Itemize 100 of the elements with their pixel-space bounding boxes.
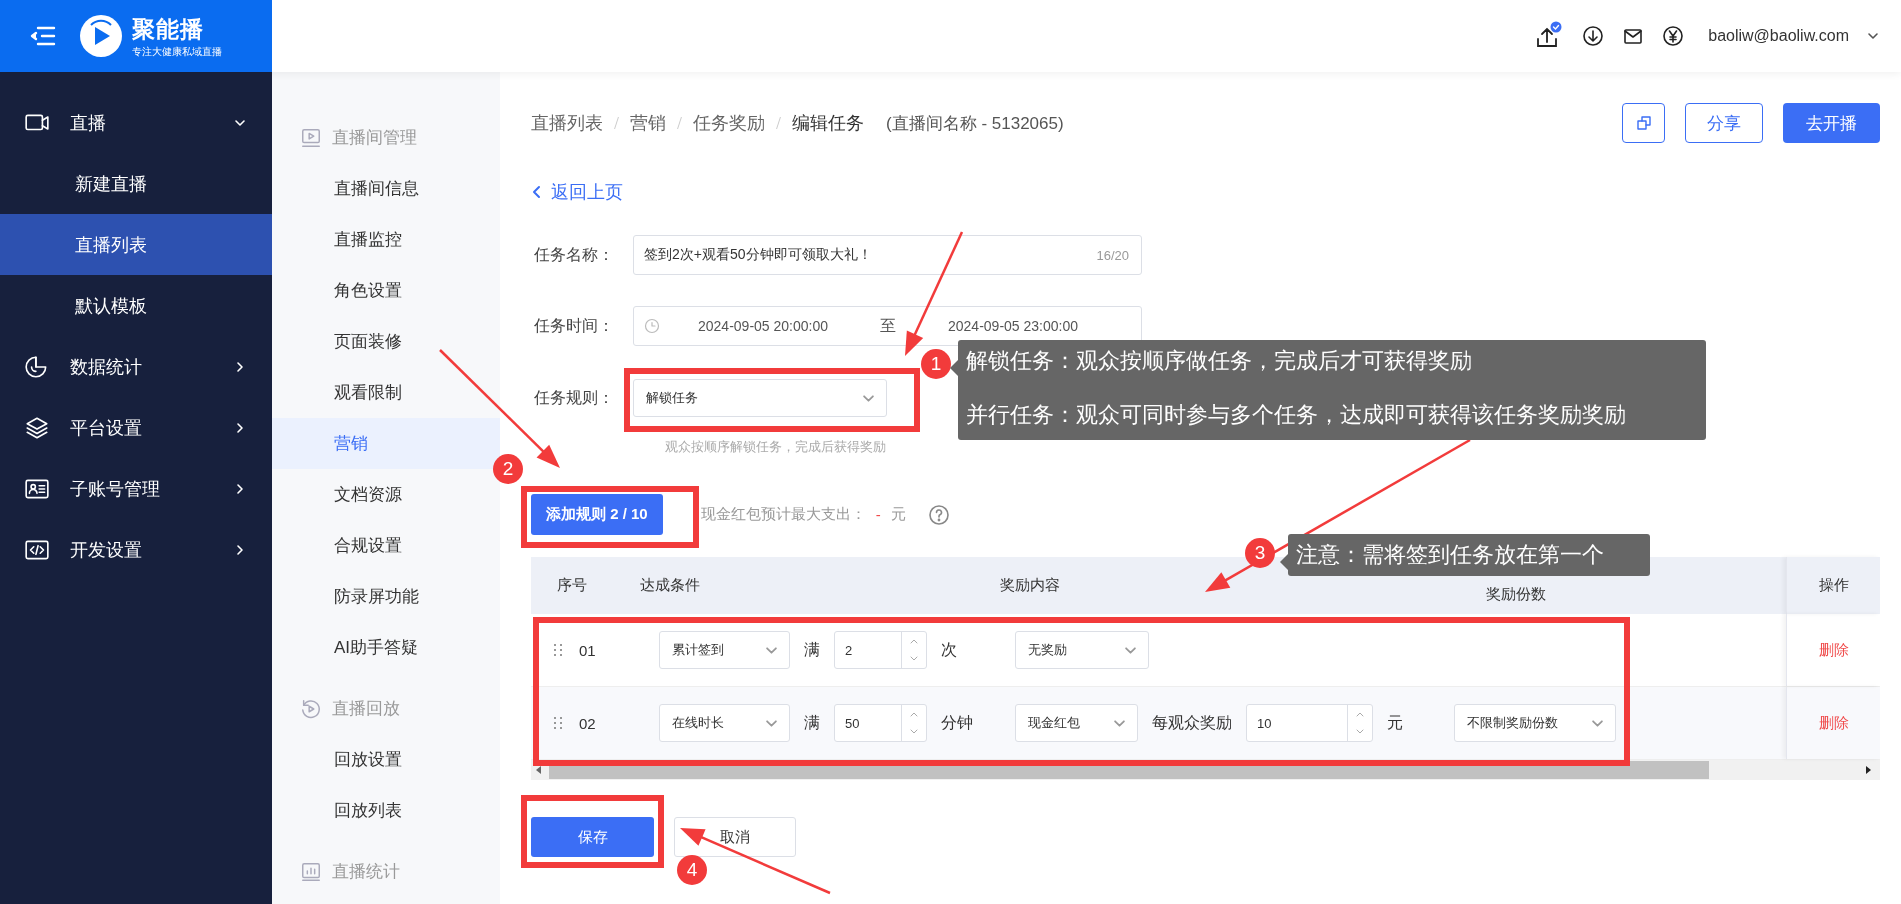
sidebar-item[interactable]: AI助手答疑 <box>272 622 500 673</box>
delete-link[interactable]: 删除 <box>1818 640 1849 660</box>
drag-handle-icon <box>553 716 563 730</box>
download-icon <box>1582 25 1605 47</box>
caret-icon <box>766 719 777 727</box>
number-field[interactable]: 2 <box>834 631 927 669</box>
number-field[interactable]: 50 <box>834 704 927 742</box>
stepper-down-icon <box>1355 728 1365 736</box>
sidebar-item[interactable]: 防录屏功能 <box>272 571 500 622</box>
condition-unit: 次 <box>941 639 957 660</box>
budget-label: 现金红包预计最大支出： <box>700 505 866 524</box>
add-rule-button[interactable]: 添加规则 2 / 10 <box>531 494 663 535</box>
number-field[interactable]: 10 <box>1246 704 1373 742</box>
sidebar-item[interactable]: 直播间信息 <box>272 163 500 214</box>
clock-icon <box>644 318 660 334</box>
nav-item[interactable]: 平台设置 <box>0 397 272 458</box>
nav-item[interactable]: 开发设置 <box>0 519 272 580</box>
select-field[interactable]: 不限制奖励份数 <box>1454 704 1616 742</box>
callout-text: 注意：需将签到任务放在第一个 <box>1296 541 1605 569</box>
sidebar-item[interactable]: 营销 <box>272 418 500 469</box>
chevron-right-icon <box>234 360 246 373</box>
column-header: 操作 <box>1818 576 1849 595</box>
nav-item[interactable]: 子账号管理 <box>0 458 272 519</box>
column-header: 奖励份数 <box>1486 585 1546 604</box>
stepper-up-icon <box>1355 710 1365 718</box>
start-live-button[interactable]: 去开播 <box>1783 103 1880 143</box>
logo-tagline: 专注大健康私域直播 <box>132 44 222 59</box>
logo-icon <box>78 13 124 59</box>
budget-value: - <box>875 506 881 523</box>
yen-icon <box>1662 25 1685 47</box>
row-index: 01 <box>579 641 596 659</box>
row-index: 02 <box>579 714 596 732</box>
scroll-right-icon <box>1864 765 1872 775</box>
condition-prefix: 满 <box>804 712 820 733</box>
user-email[interactable]: baoliw@baoliw.com <box>1708 27 1849 45</box>
nav-subitem[interactable]: 直播列表 <box>0 214 272 275</box>
cancel-button[interactable]: 取消 <box>674 817 796 857</box>
rule-select[interactable]: 解锁任务 <box>633 379 887 417</box>
breadcrumb-item[interactable]: 任务奖励 <box>693 111 765 135</box>
step-number: 3 <box>1245 538 1275 568</box>
sidebar-item[interactable]: 回放设置 <box>272 734 500 785</box>
select-field[interactable]: 无奖励 <box>1015 631 1149 669</box>
step-number: 2 <box>493 454 523 484</box>
breadcrumb-item[interactable]: 营销 <box>630 111 666 135</box>
drag-handle-icon <box>553 643 563 657</box>
chevron-right-icon <box>234 421 246 434</box>
task-name-field[interactable]: 签到2次+观看50分钟即可领取大礼！ 16/20 <box>633 235 1142 275</box>
select-field[interactable]: 在线时长 <box>659 704 790 742</box>
back-link[interactable]: 返回上页 <box>531 180 1880 204</box>
budget-unit: 元 <box>890 505 906 524</box>
reward-unit: 元 <box>1387 712 1403 733</box>
sidebar-heading: 直播统计 <box>332 861 400 883</box>
step-number: 4 <box>677 855 707 885</box>
delete-link[interactable]: 删除 <box>1818 713 1849 733</box>
nav-subitem[interactable]: 默认模板 <box>0 275 272 336</box>
field-label: 任务名称： <box>533 244 615 265</box>
breadcrumb-item[interactable]: 直播列表 <box>531 111 603 135</box>
stepper-up-icon <box>909 637 919 645</box>
save-button[interactable]: 保存 <box>531 817 654 857</box>
reward-label: 每观众奖励 <box>1152 712 1232 733</box>
nav-item[interactable]: 直播 <box>0 92 272 153</box>
condition-prefix: 满 <box>804 639 820 660</box>
condition-unit: 分钟 <box>941 712 973 733</box>
chevron-down-icon <box>1867 30 1879 42</box>
caret-icon <box>1592 719 1603 727</box>
chevron-right-icon <box>234 543 246 556</box>
screen-play-icon <box>300 126 322 149</box>
breadcrumb-item: 编辑任务 <box>792 112 864 135</box>
sidebar-heading: 直播回放 <box>332 698 400 720</box>
field-hint: 观众按顺序解锁任务，完成后获得奖励 <box>665 439 886 456</box>
sidebar-item[interactable]: 页面装修 <box>272 316 500 367</box>
callout-text: 并行任务：观众可同时参与多个任务，达成即可获得该任务奖励奖励 <box>966 401 1627 429</box>
sidebar-item[interactable]: 角色设置 <box>272 265 500 316</box>
sidebar-item[interactable]: 合规设置 <box>272 520 500 571</box>
stepper-down-icon <box>909 655 919 663</box>
scroll-left-icon <box>535 765 543 775</box>
select-field[interactable]: 现金红包 <box>1015 704 1138 742</box>
column-header: 序号 <box>557 576 587 595</box>
share-button[interactable]: 分享 <box>1685 103 1763 143</box>
help-icon <box>927 503 950 526</box>
chevron-left-icon <box>531 185 543 199</box>
sidebar-item[interactable]: 观看限制 <box>272 367 500 418</box>
sidebar-item[interactable]: 回放列表 <box>272 785 500 836</box>
caret-icon <box>863 394 874 402</box>
replay-icon <box>300 697 322 720</box>
copy-icon <box>1635 115 1652 131</box>
column-header: 奖励内容 <box>1000 576 1060 595</box>
sidebar-item[interactable]: 直播监控 <box>272 214 500 265</box>
field-label: 任务时间： <box>533 315 615 336</box>
column-header: 达成条件 <box>640 576 700 595</box>
room-name: (直播间名称 - 5132065) <box>886 112 1064 135</box>
bar-chart-icon <box>300 860 322 883</box>
logo-text: 聚能播 <box>132 14 205 44</box>
nav-subitem[interactable]: 新建直播 <box>0 153 272 214</box>
select-field[interactable]: 累计签到 <box>659 631 790 669</box>
nav-item[interactable]: 数据统计 <box>0 336 272 397</box>
callout-text: 解锁任务：观众按顺序做任务，完成后才可获得奖励 <box>966 347 1473 375</box>
copy-button[interactable] <box>1622 103 1665 143</box>
chevron-right-icon <box>234 482 246 495</box>
step-number: 1 <box>921 349 951 379</box>
